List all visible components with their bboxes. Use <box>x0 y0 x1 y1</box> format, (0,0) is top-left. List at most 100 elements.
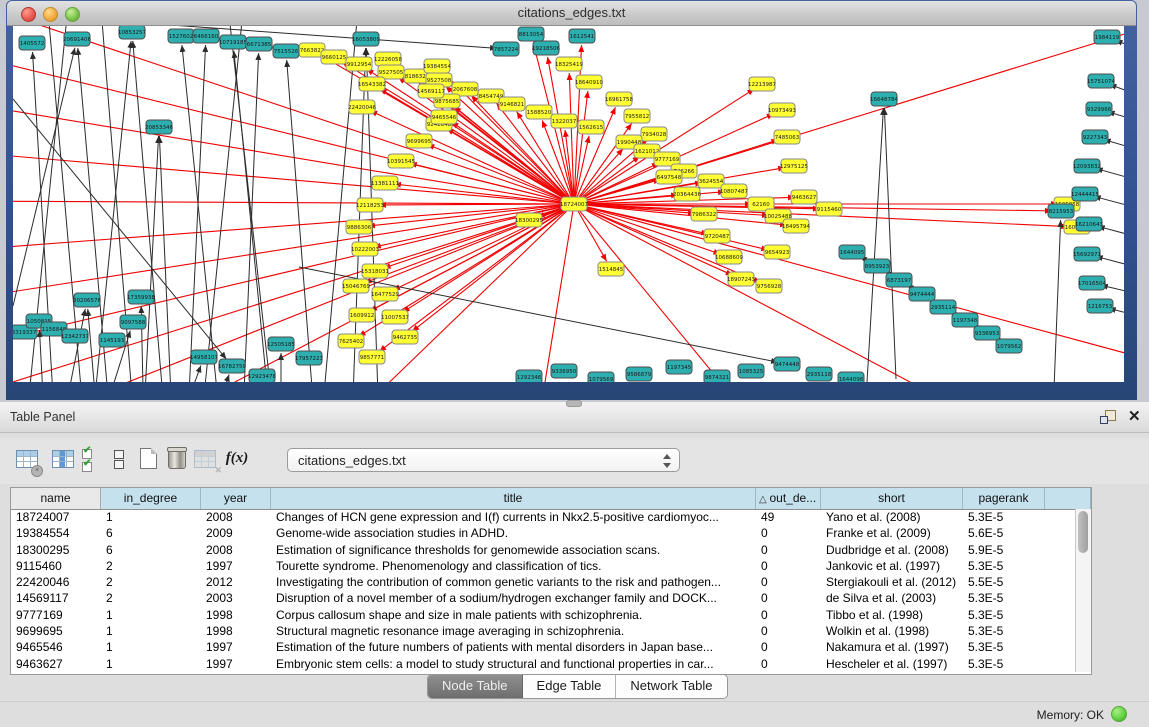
column-header-year[interactable]: year <box>201 488 271 509</box>
close-panel-icon[interactable]: ✕ <box>1128 407 1141 425</box>
graph-node[interactable]: 18640910 <box>575 75 603 89</box>
graph-edge[interactable] <box>113 204 574 382</box>
tab-node-table[interactable]: Node Table <box>428 675 523 698</box>
graph-node[interactable]: 1612541 <box>569 29 595 43</box>
graph-node[interactable]: 1145193 <box>99 333 125 347</box>
graph-node[interactable]: 19384554 <box>423 59 451 73</box>
table-cell[interactable]: 1 <box>101 656 201 672</box>
graph-node[interactable]: 20691406 <box>63 32 91 46</box>
graph-edge[interactable] <box>451 122 574 204</box>
table-cell[interactable]: Nakamura et al. (1997) <box>821 639 963 655</box>
graph-edge[interactable] <box>13 48 75 306</box>
graph-node[interactable]: 8813054 <box>518 27 544 41</box>
graph-node[interactable]: 1216753 <box>1087 299 1113 313</box>
table-cell[interactable]: Investigating the contribution of common… <box>271 574 756 590</box>
graph-node[interactable]: 10222003 <box>351 242 379 256</box>
graph-edge[interactable] <box>427 144 574 204</box>
table-row[interactable]: 977716911998Corpus callosum shape and si… <box>11 607 1091 623</box>
table-cell[interactable]: Embryonic stem cells: a model to study s… <box>271 656 756 672</box>
table-cell[interactable]: 9777169 <box>11 607 101 623</box>
graph-node[interactable]: 17359938 <box>127 290 155 304</box>
select-columns-icon[interactable] <box>50 446 76 474</box>
graph-node[interactable]: 9336950 <box>551 364 577 378</box>
table-cell[interactable]: 2012 <box>201 574 271 590</box>
panel-resize-handle[interactable] <box>566 400 582 407</box>
table-cell[interactable]: 1997 <box>201 639 271 655</box>
new-document-icon[interactable] <box>136 446 162 474</box>
table-cell[interactable]: Structural magnetic resonance image aver… <box>271 623 756 639</box>
graph-edge[interactable] <box>287 60 313 382</box>
graph-edge[interactable] <box>39 330 43 382</box>
graph-node[interactable]: 9699695 <box>406 134 432 148</box>
graph-edge[interactable] <box>574 204 768 250</box>
graph-edge[interactable] <box>13 51 574 204</box>
table-cell[interactable]: 1 <box>101 509 201 525</box>
table-cell[interactable]: 5.3E-5 <box>963 558 1045 574</box>
table-cell[interactable]: Jankovic et al. (1997) <box>821 558 963 574</box>
graph-edge[interactable] <box>13 151 574 204</box>
table-cell[interactable]: Tourette syndrome. Phenomenology and cla… <box>271 558 756 574</box>
graph-node[interactable]: 1984119 <box>1094 30 1120 44</box>
graph-node[interactable]: 9465546 <box>431 110 457 124</box>
scrollbar-thumb[interactable] <box>1078 511 1088 553</box>
table-cell[interactable]: 5.3E-5 <box>963 509 1045 525</box>
network-window-titlebar[interactable]: citations_edges.txt <box>7 1 1136 26</box>
graph-node[interactable]: 1644098 <box>838 372 864 382</box>
graph-node[interactable]: 7857224 <box>493 42 519 56</box>
table-cell[interactable]: 2008 <box>201 542 271 558</box>
table-cell[interactable]: 1997 <box>201 558 271 574</box>
graph-node[interactable]: 16053809 <box>352 32 380 46</box>
table-row[interactable]: 946554611997Estimation of the future num… <box>11 639 1091 655</box>
table-cell[interactable]: Genome-wide association studies in ADHD. <box>271 525 756 541</box>
graph-node[interactable]: 1085325 <box>738 364 764 378</box>
graph-node[interactable]: 9886306 <box>346 220 372 234</box>
table-cell[interactable]: Corpus callosum shape and size in male p… <box>271 607 756 623</box>
graph-edge[interactable] <box>574 204 1124 366</box>
table-cell[interactable]: 1997 <box>201 656 271 672</box>
graph-node[interactable]: 8953923 <box>864 259 890 273</box>
column-header-out_de[interactable]: △ out_de... <box>756 488 821 509</box>
graph-edge[interactable] <box>182 45 218 382</box>
graph-node[interactable]: 20364436 <box>673 187 701 201</box>
graph-node[interactable]: 18325419 <box>555 57 583 71</box>
graph-node[interactable]: 1644095 <box>839 245 865 259</box>
table-row[interactable]: 1830029562008Estimation of significance … <box>11 542 1091 558</box>
table-cell[interactable]: 5.6E-5 <box>963 525 1045 541</box>
table-settings-icon[interactable]: ✶ <box>14 446 40 474</box>
graph-node[interactable]: 9115460 <box>816 202 842 216</box>
table-cell[interactable]: 2 <box>101 574 201 590</box>
graph-node[interactable]: 12505185 <box>267 337 295 351</box>
graph-node[interactable]: 16961758 <box>605 92 633 106</box>
graph-node[interactable]: 7986322 <box>691 207 717 221</box>
graph-edge[interactable] <box>393 204 574 290</box>
table-cell[interactable]: 1 <box>101 623 201 639</box>
table-cell[interactable]: 0 <box>756 542 821 558</box>
graph-node[interactable]: 16210643 <box>1075 217 1103 231</box>
graph-node[interactable]: 22420046 <box>348 100 376 114</box>
table-cell[interactable]: 19384554 <box>11 525 101 541</box>
table-cell[interactable]: 0 <box>756 525 821 541</box>
delete-trash-icon[interactable] <box>164 446 190 474</box>
graph-node[interactable]: 16782759 <box>218 359 246 373</box>
graph-edge[interactable] <box>220 375 229 382</box>
graph-node[interactable]: 8215953 <box>1048 204 1074 218</box>
table-cell[interactable]: 18300295 <box>11 542 101 558</box>
graph-edge[interactable] <box>93 41 131 382</box>
table-cell[interactable]: 0 <box>756 574 821 590</box>
table-cell[interactable]: 14569117 <box>11 590 101 606</box>
graph-node[interactable]: 9756928 <box>756 279 782 293</box>
column-header-short[interactable]: short <box>821 488 963 509</box>
graph-node[interactable]: 9329966 <box>1086 102 1112 116</box>
graph-node[interactable]: 9912954 <box>346 57 372 71</box>
table-cell[interactable]: Hescheler et al. (1997) <box>821 656 963 672</box>
graph-node[interactable]: 6671385 <box>246 37 272 51</box>
table-cell[interactable]: 6 <box>101 525 201 541</box>
table-cell[interactable]: 1998 <box>201 623 271 639</box>
graph-edge[interactable] <box>13 204 574 351</box>
table-cell[interactable]: 1 <box>101 607 201 623</box>
table-cell[interactable]: 0 <box>756 590 821 606</box>
graph-node[interactable]: 1322037 <box>551 114 577 128</box>
graph-edge[interactable] <box>379 204 574 205</box>
table-cell[interactable]: Estimation of the future numbers of pati… <box>271 639 756 655</box>
graph-edge[interactable] <box>867 108 883 382</box>
